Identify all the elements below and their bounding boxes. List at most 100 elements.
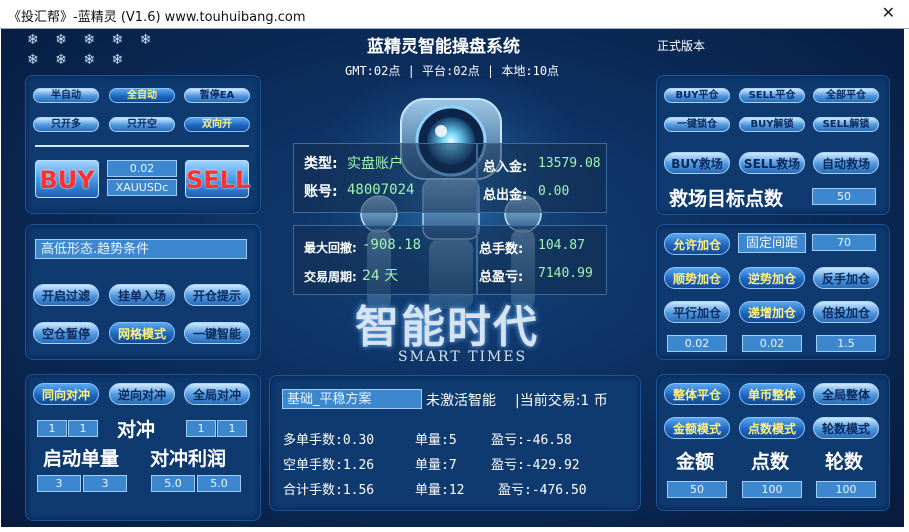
profit-value: 7140.99 <box>538 266 593 281</box>
buy-close-button[interactable]: BUY平仓 <box>664 88 730 103</box>
rescue-target-input[interactable]: 50 <box>812 188 876 205</box>
account-no-value: 48007024 <box>347 182 415 198</box>
add-input-2[interactable]: 0.02 <box>742 335 802 352</box>
fixed-spacing-field[interactable]: 固定间距 <box>738 233 806 253</box>
trend-add-button[interactable]: 顺势加仓 <box>664 267 730 289</box>
start-lot-input-1[interactable]: 3 <box>37 475 81 492</box>
account-no-label: 账号: <box>304 184 338 200</box>
parallel-add-button[interactable]: 平行加仓 <box>664 301 730 323</box>
allow-add-button[interactable]: 允许加仓 <box>664 233 730 255</box>
total-lots: 合计手数:1.56 <box>283 483 375 498</box>
long-only-button[interactable]: 只开多 <box>33 117 99 132</box>
hedge-input-2[interactable]: 1 <box>68 420 98 437</box>
full-auto-button[interactable]: 全自动 <box>109 88 175 103</box>
hedge-input-4[interactable]: 1 <box>217 420 247 437</box>
reverse-hedge-button[interactable]: 逆向对冲 <box>109 383 175 405</box>
hedge-label: 对冲 <box>117 419 156 441</box>
amount-label: 金额 <box>676 451 715 473</box>
reverse-add-button[interactable]: 反手加仓 <box>813 267 879 289</box>
buy-rescue-button[interactable]: BUY救场 <box>664 152 730 174</box>
auto-rescue-button[interactable]: 自动救场 <box>813 152 879 174</box>
snowflake-icons: ❄ ❄ ❄ ❄ ❄ <box>27 32 158 48</box>
enable-filter-button[interactable]: 开启过滤 <box>33 284 99 306</box>
add-input-3[interactable]: 1.5 <box>816 335 876 352</box>
current-trade: |当前交易:1 币 <box>515 393 608 409</box>
lots-label: 总手数: <box>479 242 524 257</box>
buy-button[interactable]: BUY <box>35 160 99 198</box>
time-line: GMT:02点 | 平台:02点 | 本地:10点 <box>345 64 560 78</box>
points-label: 点数 <box>751 451 790 473</box>
start-lot-input-2[interactable]: 3 <box>83 475 127 492</box>
double-add-button[interactable]: 倍投加仓 <box>813 301 879 323</box>
amount-mode-button[interactable]: 金额模式 <box>664 417 730 439</box>
rounds-input[interactable]: 100 <box>816 481 876 498</box>
one-key-smart-button[interactable]: 一键智能 <box>184 322 250 344</box>
buy-unlock-button[interactable]: BUY解锁 <box>739 117 805 132</box>
version-label: 正式版本 <box>657 39 706 53</box>
sell-close-button[interactable]: SELL平仓 <box>739 88 805 103</box>
short-count: 单量:7 <box>415 458 457 473</box>
sell-rescue-button[interactable]: SELL救场 <box>739 152 805 174</box>
deposit-label: 总入金: <box>483 160 528 175</box>
drawdown-label: 最大回撤: <box>304 241 357 255</box>
total-count: 单量:12 <box>415 483 465 498</box>
short-lots: 空单手数:1.26 <box>283 458 375 473</box>
same-hedge-button[interactable]: 同向对冲 <box>33 383 99 405</box>
window-title: 《投汇帮》-蓝精灵 (V1.6) www.touhuibang.com <box>8 10 306 25</box>
plan-field[interactable]: 基础_平稳方案 <box>282 389 422 409</box>
app-main: ❄ ❄ ❄ ❄ ❄ ❄ ❄ ❄ ❄ 蓝精灵智能操盘系统 GMT:02点 | 平台… <box>1 29 904 527</box>
global-hedge-button[interactable]: 全局对冲 <box>184 383 250 405</box>
deposit-value: 13579.08 <box>538 156 601 171</box>
long-pnl: 盈亏:-46.58 <box>491 433 572 448</box>
pending-entry-button[interactable]: 挂单入场 <box>109 284 175 306</box>
sell-button[interactable]: SELL <box>185 160 250 198</box>
total-pnl: 盈亏:-476.50 <box>498 483 587 498</box>
slogan-en: SMART TIMES <box>398 349 528 365</box>
amount-input[interactable]: 50 <box>667 481 727 498</box>
open-alert-button[interactable]: 开仓提示 <box>184 284 250 306</box>
account-type-label: 类型: <box>304 156 338 172</box>
account-type-value: 实盘账户 <box>347 156 403 172</box>
rescue-target-label: 救场目标点数 <box>669 188 784 210</box>
app-title: 蓝精灵智能操盘系统 <box>367 37 520 57</box>
drawdown-value: -908.18 <box>362 237 422 253</box>
withdraw-value: 0.00 <box>538 184 570 199</box>
window-titlebar: 《投汇帮》-蓝精灵 (V1.6) www.touhuibang.com ✕ <box>0 0 909 29</box>
symbol-field[interactable]: XAUUSDc <box>107 179 177 196</box>
counter-add-button[interactable]: 逆势加仓 <box>739 267 805 289</box>
flat-pause-button[interactable]: 空仓暂停 <box>33 322 99 344</box>
both-way-button[interactable]: 双向开 <box>184 117 250 132</box>
sell-unlock-button[interactable]: SELL解锁 <box>813 117 879 132</box>
spacing-input[interactable]: 70 <box>812 234 876 251</box>
overall-close-button[interactable]: 整体平仓 <box>664 383 730 405</box>
start-lot-label: 启动单量 <box>43 448 120 470</box>
single-symbol-button[interactable]: 单币整体 <box>739 383 805 405</box>
hedge-profit-input-2[interactable]: 5.0 <box>197 475 241 492</box>
snowflake-icons-row2: ❄ ❄ ❄ ❄ <box>27 52 130 68</box>
period-label: 交易周期: <box>304 270 357 284</box>
grid-mode-button[interactable]: 网格模式 <box>109 322 175 344</box>
points-input[interactable]: 100 <box>742 481 802 498</box>
long-lots: 多单手数:0.30 <box>283 433 375 448</box>
add-input-1[interactable]: 0.02 <box>667 335 727 352</box>
one-key-lock-button[interactable]: 一键锁仓 <box>664 117 730 132</box>
hedge-input-1[interactable]: 1 <box>37 420 67 437</box>
increasing-add-button[interactable]: 递增加仓 <box>739 301 805 323</box>
divider <box>35 145 249 147</box>
semi-auto-button[interactable]: 半自动 <box>33 88 99 103</box>
close-icon[interactable]: ✕ <box>882 3 895 22</box>
hedge-profit-input-1[interactable]: 5.0 <box>151 475 195 492</box>
global-overall-button[interactable]: 全局整体 <box>813 383 879 405</box>
short-only-button[interactable]: 只开空 <box>109 117 175 132</box>
long-count: 单量:5 <box>415 433 457 448</box>
smart-status: 未激活智能 <box>426 393 496 409</box>
lots-value: 104.87 <box>538 238 585 253</box>
pause-ea-button[interactable]: 暂停EA <box>184 88 250 103</box>
rounds-mode-button[interactable]: 轮数模式 <box>813 417 879 439</box>
close-all-button[interactable]: 全部平仓 <box>813 88 879 103</box>
condition-field[interactable]: 高低形态.趋势条件 <box>35 239 247 259</box>
lot-input[interactable]: 0.02 <box>107 160 177 177</box>
points-mode-button[interactable]: 点数模式 <box>739 417 805 439</box>
short-pnl: 盈亏:-429.92 <box>491 458 580 473</box>
hedge-input-3[interactable]: 1 <box>186 420 216 437</box>
